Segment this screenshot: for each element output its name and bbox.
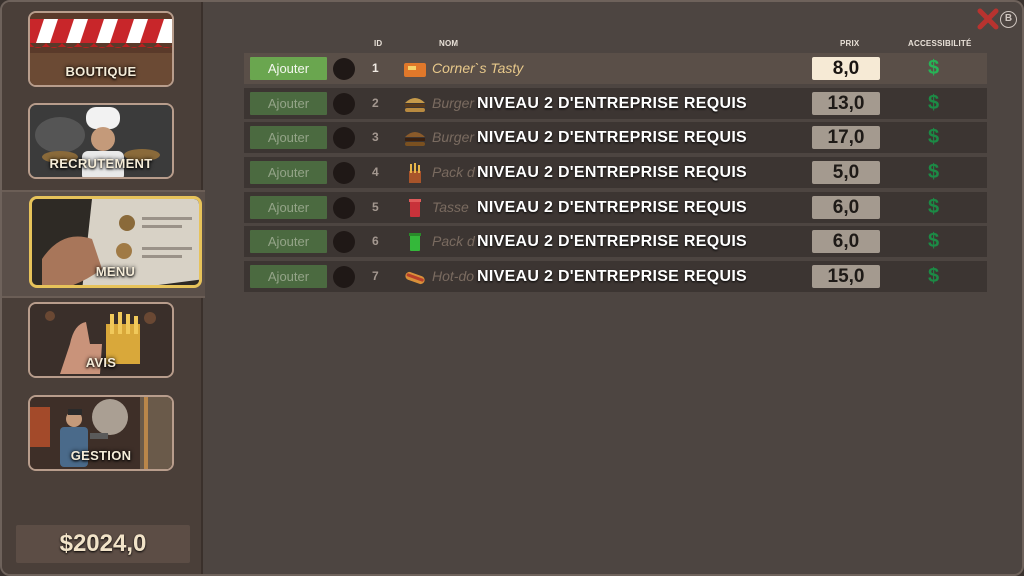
dollar-icon: $ — [928, 161, 940, 183]
sidebar-item-label: RECRUTEMENT — [49, 156, 153, 171]
table-row: Ajouter 3 Burger NIVEAU 2 D'ENTREPRISE R… — [244, 122, 987, 153]
table-row: Ajouter 5 Tasse NIVEAU 2 D'ENTREPRISE RE… — [244, 192, 987, 223]
status-dot — [333, 266, 355, 288]
dollar-icon: $ — [928, 196, 940, 218]
status-dot — [333, 197, 355, 219]
add-button[interactable]: Ajouter — [250, 161, 327, 184]
box-icon — [402, 58, 428, 80]
price-field[interactable]: 5,0 — [812, 161, 880, 184]
status-dot — [333, 58, 355, 80]
row-id: 6 — [372, 234, 379, 248]
dollar-icon: $ — [928, 126, 940, 148]
column-header-id: ID — [374, 39, 383, 48]
sidebar: BOUTIQUE RECRUTEMENT MENU AVIS GESTION $… — [2, 2, 205, 574]
item-name: Corner`s Tasty — [432, 60, 524, 76]
item-name: Burger — [432, 129, 475, 145]
add-button[interactable]: Ajouter — [250, 196, 327, 219]
dollar-icon: $ — [928, 230, 940, 252]
hotdog-icon — [402, 266, 428, 288]
level-required-overlay: NIVEAU 2 D'ENTREPRISE REQUIS — [477, 233, 748, 250]
sidebar-item-label: GESTION — [70, 448, 132, 463]
row-id: 3 — [372, 130, 379, 144]
price-field[interactable]: 17,0 — [812, 126, 880, 149]
dollar-icon: $ — [928, 265, 940, 287]
sidebar-item-avis[interactable]: AVIS — [28, 302, 174, 378]
item-name: Burger — [432, 95, 475, 111]
table-row: Ajouter 2 Burger NIVEAU 2 D'ENTREPRISE R… — [244, 88, 987, 119]
sidebar-item-gestion[interactable]: GESTION — [28, 395, 174, 471]
add-button[interactable]: Ajouter — [250, 57, 327, 80]
column-header-accessibility: ACCESSIBILITÉ — [908, 39, 972, 48]
close-icon[interactable] — [977, 8, 999, 30]
add-button[interactable]: Ajouter — [250, 126, 327, 149]
add-button[interactable]: Ajouter — [250, 92, 327, 115]
fries-icon — [402, 162, 428, 184]
sidebar-item-boutique[interactable]: BOUTIQUE — [28, 11, 174, 87]
price-field[interactable]: 15,0 — [812, 265, 880, 288]
level-required-overlay: NIVEAU 2 D'ENTREPRISE REQUIS — [477, 95, 748, 112]
row-id: 2 — [372, 96, 379, 110]
sidebar-item-label: BOUTIQUE — [65, 64, 137, 79]
price-field[interactable]: 13,0 — [812, 92, 880, 115]
burger-icon — [402, 93, 428, 115]
item-name: Pack d — [432, 164, 475, 180]
table-row: Ajouter 4 Pack d NIVEAU 2 D'ENTREPRISE R… — [244, 157, 987, 188]
dollar-icon: $ — [928, 57, 940, 79]
row-id: 1 — [372, 61, 379, 75]
game-menu-window: BOUTIQUE RECRUTEMENT MENU AVIS GESTION $… — [0, 0, 1024, 576]
add-button[interactable]: Ajouter — [250, 230, 327, 253]
table-row: Ajouter 6 Pack d NIVEAU 2 D'ENTREPRISE R… — [244, 226, 987, 257]
item-name: Hot-do — [432, 268, 475, 284]
row-id: 4 — [372, 165, 379, 179]
sidebar-item-menu[interactable]: MENU — [29, 196, 202, 288]
sidebar-item-label: MENU — [95, 264, 136, 279]
status-dot — [333, 231, 355, 253]
status-dot — [333, 127, 355, 149]
cup-icon — [402, 197, 428, 219]
burger-icon — [402, 127, 428, 149]
column-header-name: NOM — [439, 39, 459, 48]
price-field[interactable]: 6,0 — [812, 230, 880, 253]
sidebar-item-recrutement[interactable]: RECRUTEMENT — [28, 103, 174, 179]
drink-icon — [402, 231, 428, 253]
status-dot — [333, 93, 355, 115]
item-name: Tasse — [432, 199, 469, 215]
table-row: Ajouter 7 Hot-do NIVEAU 2 D'ENTREPRISE R… — [244, 261, 987, 292]
sidebar-item-label: AVIS — [85, 355, 117, 370]
money-display: $2024,0 — [16, 525, 190, 563]
b-button-hint-icon: B — [1000, 11, 1017, 28]
column-header-price: PRIX — [840, 39, 860, 48]
level-required-overlay: NIVEAU 2 D'ENTREPRISE REQUIS — [477, 164, 748, 181]
price-field[interactable]: 6,0 — [812, 196, 880, 219]
dollar-icon: $ — [928, 92, 940, 114]
status-dot — [333, 162, 355, 184]
level-required-overlay: NIVEAU 2 D'ENTREPRISE REQUIS — [477, 199, 748, 216]
level-required-overlay: NIVEAU 2 D'ENTREPRISE REQUIS — [477, 268, 748, 285]
add-button[interactable]: Ajouter — [250, 265, 327, 288]
level-required-overlay: NIVEAU 2 D'ENTREPRISE REQUIS — [477, 129, 748, 146]
row-id: 5 — [372, 200, 379, 214]
item-name: Pack d — [432, 233, 475, 249]
row-id: 7 — [372, 269, 379, 283]
table-row: Ajouter 1 Corner`s Tasty 8,0 $ — [244, 53, 987, 84]
price-field[interactable]: 8,0 — [812, 57, 880, 80]
